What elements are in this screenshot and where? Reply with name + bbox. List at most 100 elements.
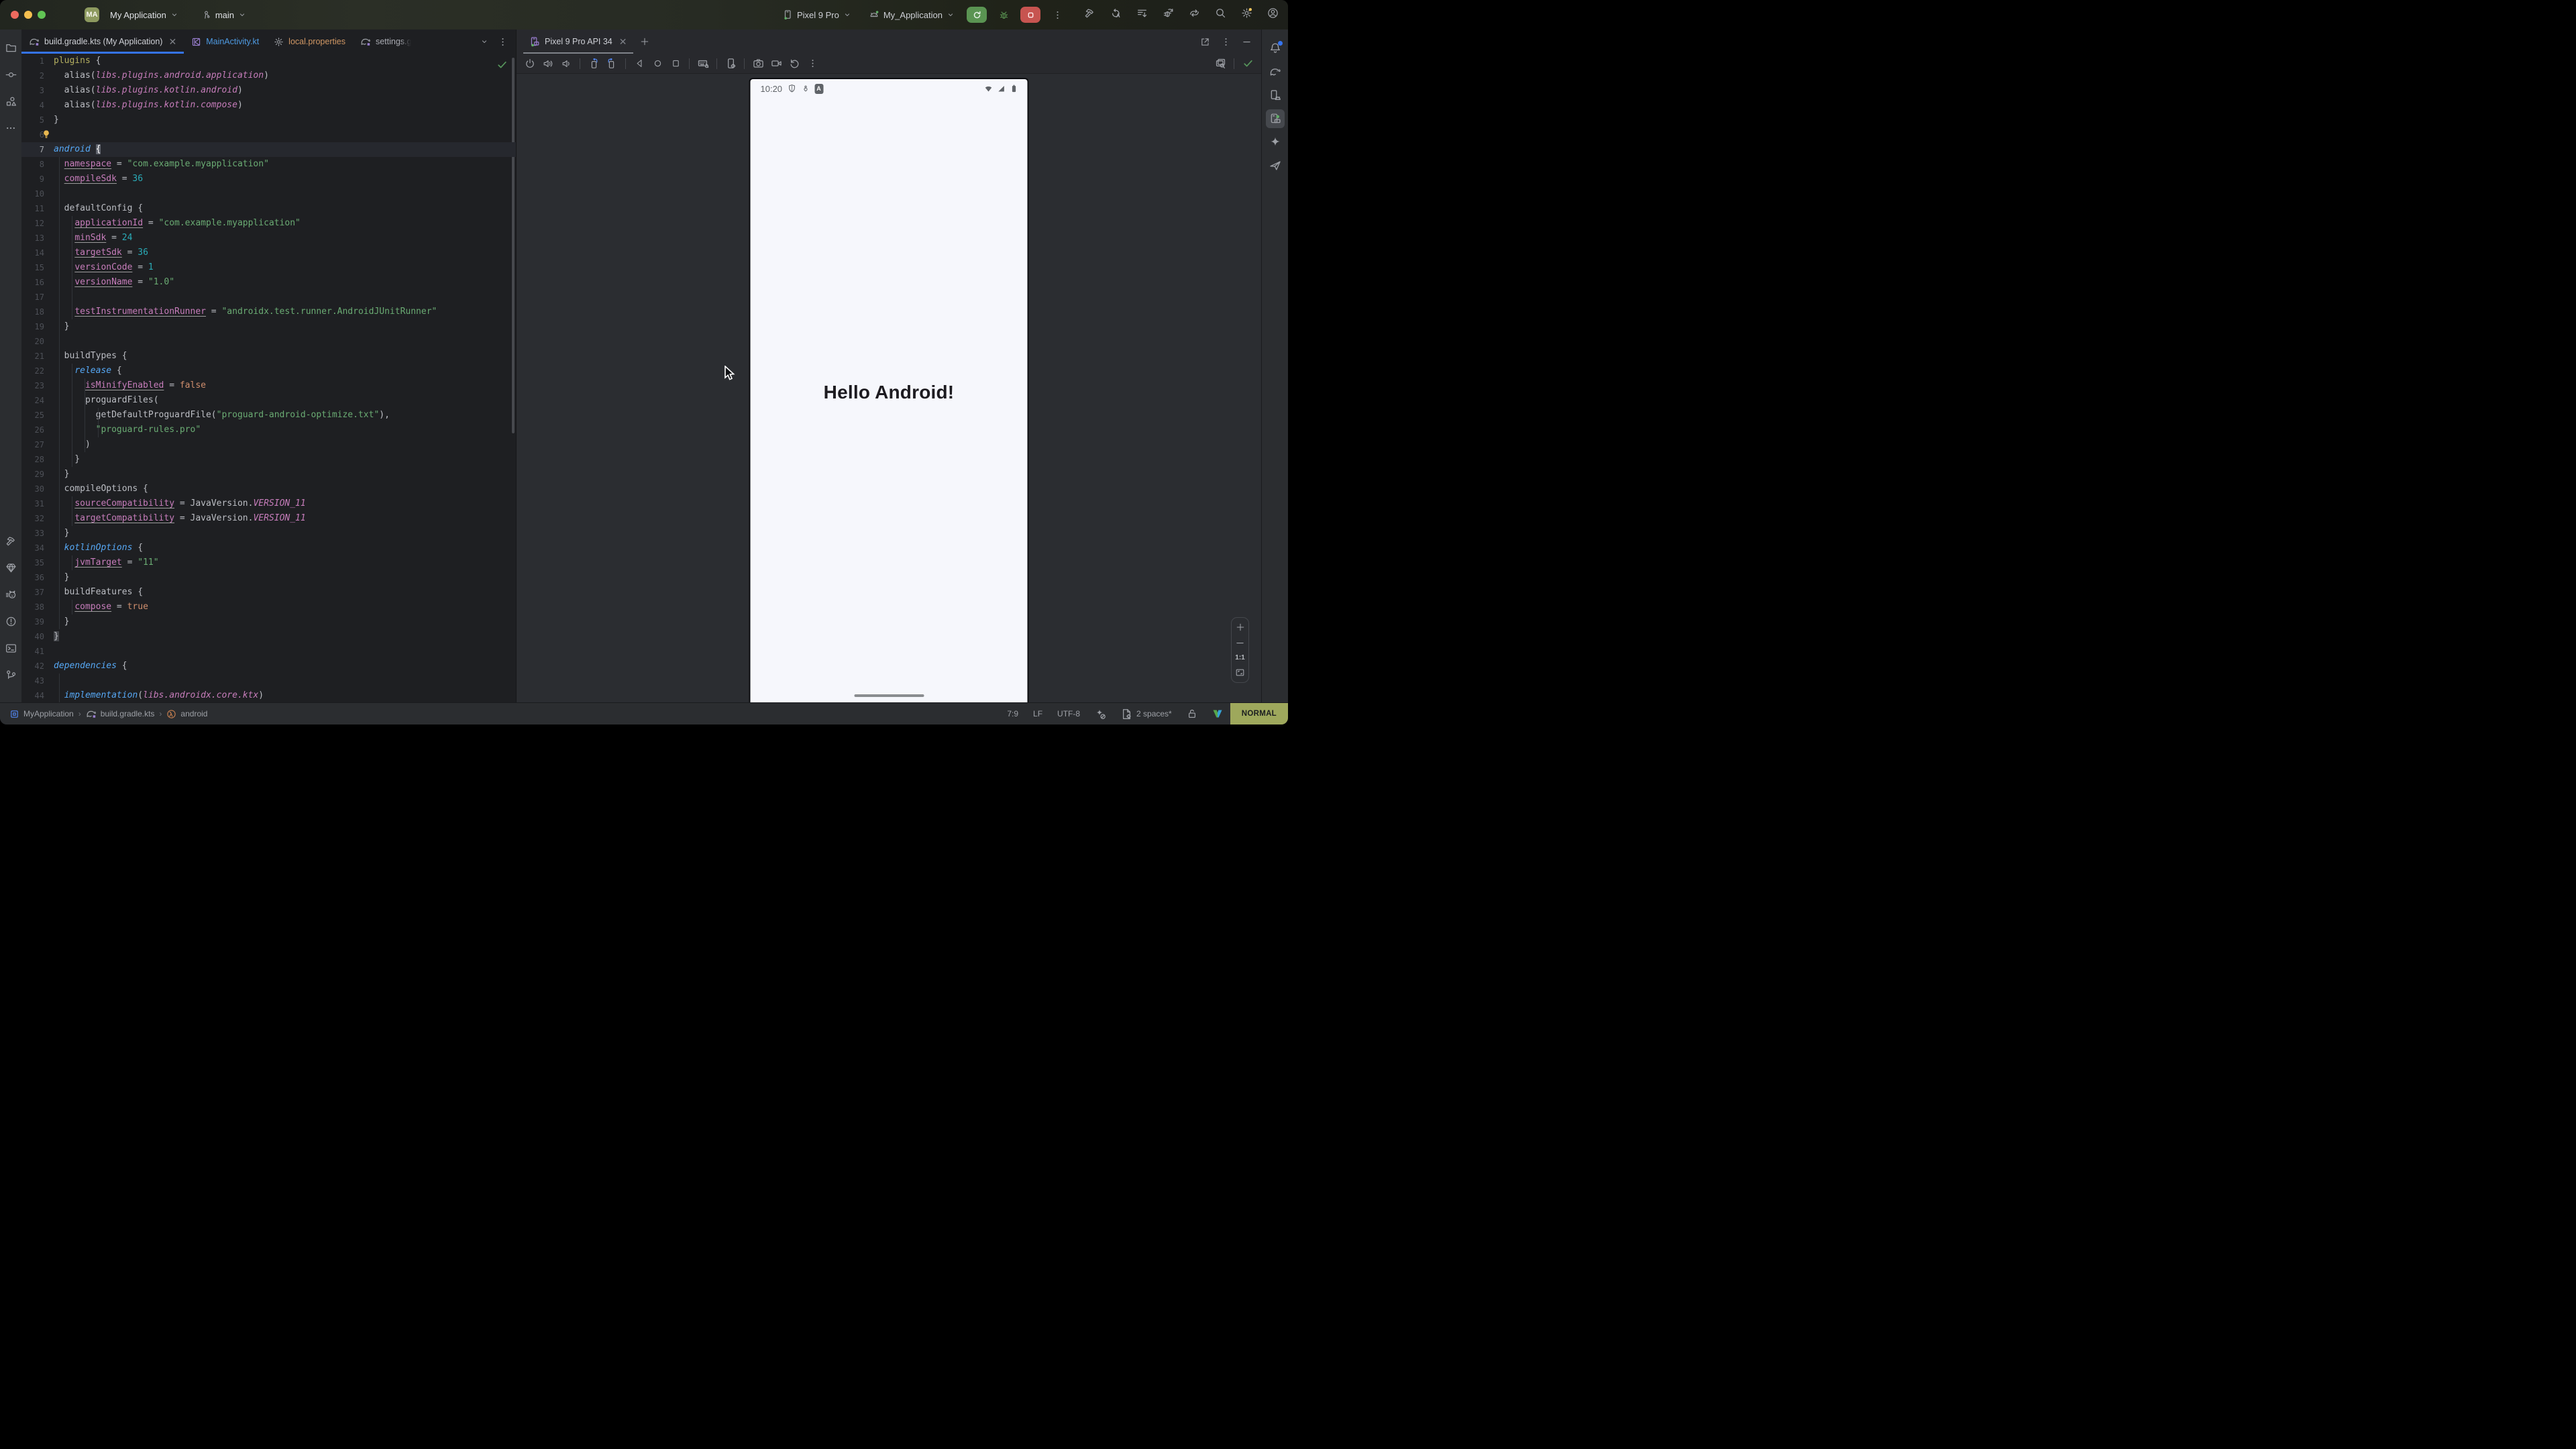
zoom-out-button[interactable] <box>1235 638 1245 648</box>
tool-strip-terminal[interactable] <box>2 639 19 657</box>
tool-strip-git-branch[interactable] <box>2 666 19 684</box>
emulator-video-button[interactable] <box>768 56 784 71</box>
close-window-button[interactable] <box>11 11 19 19</box>
debug-button[interactable] <box>994 7 1014 23</box>
breadcrumb-android[interactable]: android <box>166 709 207 719</box>
close-icon[interactable]: ✕ <box>619 36 627 48</box>
emulator-vol-up-button[interactable] <box>540 56 556 71</box>
caret-position[interactable]: 7:9 <box>1000 703 1026 724</box>
code-line[interactable]: 17 <box>21 290 516 305</box>
tool-strip-gemini-sparkle[interactable] <box>1266 133 1285 152</box>
breadcrumb-build.gradle.kts[interactable]: build.gradle.kts <box>86 708 155 719</box>
code-line[interactable]: 15 versionCode = 1 <box>21 260 516 275</box>
run-configuration-selector[interactable]: My_Application <box>863 7 960 23</box>
emulator-camera-button[interactable] <box>750 56 766 71</box>
code-line[interactable]: 25 getDefaultProguardFile("proguard-andr… <box>21 408 516 423</box>
tool-strip-plane[interactable] <box>1266 156 1285 175</box>
code-line[interactable]: 12 applicationId = "com.example.myapplic… <box>21 216 516 231</box>
vim-mode-badge[interactable]: NORMAL <box>1230 703 1288 724</box>
toolbar-settings-gear[interactable] <box>1241 7 1252 22</box>
code-line[interactable]: 3 alias(libs.plugins.kotlin.android) <box>21 83 516 98</box>
toolbar-search[interactable] <box>1215 7 1226 22</box>
toolbar-lines-sync[interactable] <box>1136 7 1148 22</box>
code-line[interactable]: 20 <box>21 334 516 349</box>
code-line[interactable]: 38 compose = true <box>21 600 516 614</box>
emulator-reset-snapshot-button[interactable] <box>786 56 802 71</box>
hidden-tabs-chevron-icon[interactable] <box>480 38 488 46</box>
emulator-nav-recents-button[interactable] <box>667 56 684 71</box>
zoom-1-1-button[interactable]: 1:1 <box>1235 654 1244 661</box>
code-line[interactable]: 10 <box>21 186 516 201</box>
tool-strip-bell[interactable] <box>1266 39 1285 58</box>
code-line[interactable]: 43 <box>21 674 516 688</box>
tab-options-icon[interactable] <box>498 37 508 47</box>
code-line[interactable]: 18 testInstrumentationRunner = "androidx… <box>21 305 516 319</box>
code-line[interactable]: 16 versionName = "1.0" <box>21 275 516 290</box>
emulator-phone-settings-button[interactable] <box>722 56 739 71</box>
code-line[interactable]: 21 buildTypes { <box>21 349 516 364</box>
code-line[interactable]: 24 proguardFiles( <box>21 393 516 408</box>
tool-strip-problems[interactable] <box>2 612 19 630</box>
vcs-branch-widget[interactable]: main <box>196 7 252 23</box>
tool-strip-build-hammer[interactable] <box>2 532 19 549</box>
emulator-nav-back-button[interactable] <box>631 56 647 71</box>
emulator-power-button[interactable] <box>522 56 538 71</box>
emulator-ui-check-button[interactable] <box>1212 56 1228 71</box>
toolbar-apply-changes[interactable] <box>1110 7 1122 22</box>
code-line[interactable]: 41 <box>21 644 516 659</box>
open-in-new-window-icon[interactable] <box>1200 37 1210 47</box>
device-tab-pixel-9-pro[interactable]: Pixel 9 Pro API 34 ✕ <box>523 30 633 54</box>
emulator-check-green-button[interactable] <box>1240 56 1256 71</box>
code-editor[interactable]: 1plugins {2 alias(libs.plugins.android.a… <box>21 54 516 702</box>
tool-strip-shapes[interactable] <box>2 93 19 110</box>
editor-tab[interactable]: local.properties <box>266 30 353 54</box>
code-line[interactable]: 31 sourceCompatibility = JavaVersion.VER… <box>21 496 516 511</box>
indent-setting[interactable]: 2 spaces* <box>1114 703 1179 724</box>
code-line[interactable]: 29 } <box>21 467 516 482</box>
code-line[interactable]: 39 } <box>21 614 516 629</box>
emulator-keyboard-button[interactable] <box>695 56 711 71</box>
tool-strip-more-h[interactable] <box>2 119 19 137</box>
tool-strip-commit[interactable] <box>2 66 19 83</box>
close-icon[interactable]: ✕ <box>168 36 176 48</box>
intention-bulb-icon[interactable] <box>42 129 51 139</box>
tool-strip-running-devices[interactable] <box>1266 109 1285 128</box>
code-line[interactable]: 19 } <box>21 319 516 334</box>
unlock-icon[interactable] <box>1179 703 1205 724</box>
file-encoding[interactable]: UTF-8 <box>1050 703 1087 724</box>
code-line[interactable]: 36 } <box>21 570 516 585</box>
zoom-window-button[interactable] <box>38 11 46 19</box>
code-line[interactable]: 1plugins { <box>21 54 516 68</box>
code-line[interactable]: 33 } <box>21 526 516 541</box>
phone-screen[interactable]: 10:20 A Hello Android! <box>749 78 1029 702</box>
toolbar-user-profile[interactable] <box>1267 7 1279 22</box>
code-line[interactable]: 8 namespace = "com.example.myapplication… <box>21 157 516 172</box>
code-line[interactable]: 26 "proguard-rules.pro" <box>21 423 516 437</box>
code-line[interactable]: 32 targetCompatibility = JavaVersion.VER… <box>21 511 516 526</box>
code-line[interactable]: 5} <box>21 113 516 127</box>
code-line[interactable]: 2 alias(libs.plugins.android.application… <box>21 68 516 83</box>
hide-panel-icon[interactable] <box>1242 37 1252 47</box>
emulator-nav-home-button[interactable] <box>649 56 665 71</box>
editor-tab[interactable]: MainActivity.kt <box>184 30 266 54</box>
ideavim-icon[interactable] <box>1205 703 1230 724</box>
line-ending[interactable]: LF <box>1026 703 1050 724</box>
toolbar-build-hammer[interactable] <box>1084 7 1095 22</box>
toolbar-profiler-loop[interactable] <box>1189 7 1200 22</box>
zoom-fit-button[interactable] <box>1235 667 1245 678</box>
tool-strip-gem[interactable] <box>2 559 19 576</box>
tool-strip-logcat[interactable] <box>2 586 19 603</box>
code-line[interactable]: 13 minSdk = 24 <box>21 231 516 246</box>
code-line[interactable]: 9 compileSdk = 36 <box>21 172 516 186</box>
stop-button[interactable] <box>1020 7 1040 23</box>
code-line[interactable]: 7android { <box>21 142 516 157</box>
code-line[interactable]: 28 } <box>21 452 516 467</box>
tool-strip-gradle-elephant[interactable] <box>1266 62 1285 81</box>
project-widget[interactable]: My Application <box>105 7 184 23</box>
tool-strip-device-manager[interactable] <box>1266 86 1285 105</box>
emulator-rotate-right-button[interactable] <box>604 56 620 71</box>
editor-tab[interactable]: build.gradle.kts (My Application)✕ <box>21 30 184 54</box>
code-line[interactable]: 4 alias(libs.plugins.kotlin.compose) <box>21 98 516 113</box>
device-selector[interactable]: Pixel 9 Pro <box>777 7 857 23</box>
emulator-more-v-button[interactable] <box>804 56 820 71</box>
